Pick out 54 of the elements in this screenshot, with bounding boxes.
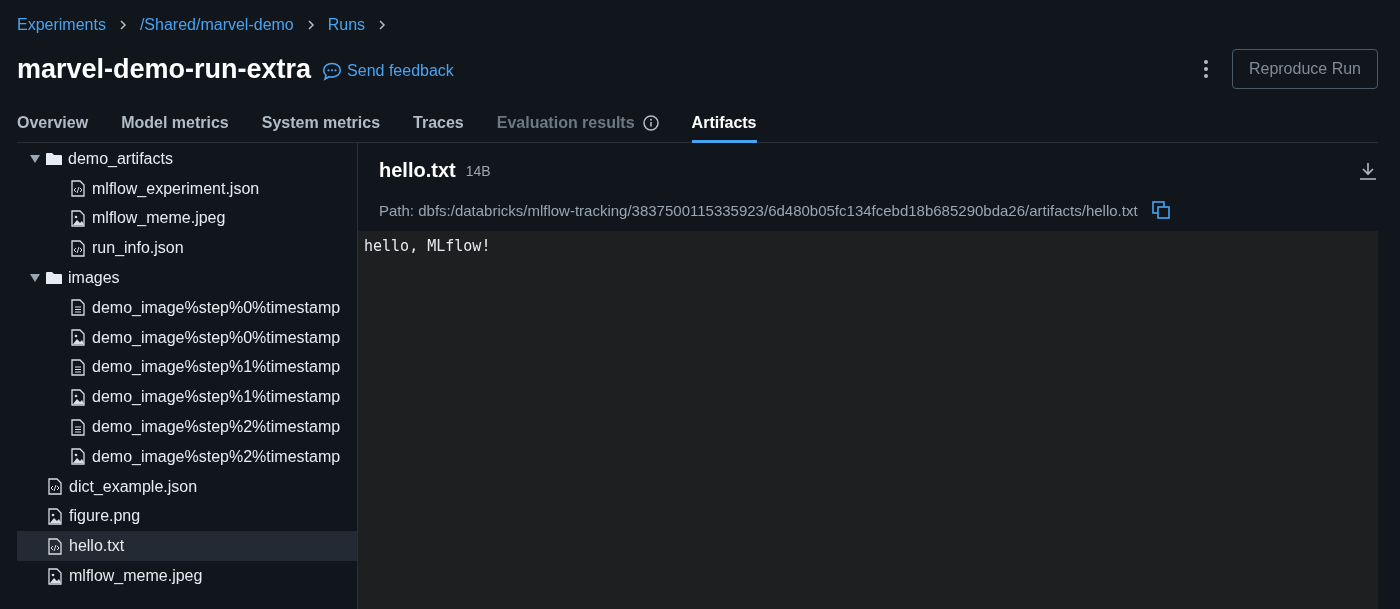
run-title: marvel-demo-run-extra — [17, 53, 312, 85]
code-file-icon — [47, 537, 63, 555]
tab[interactable]: Overview — [17, 114, 89, 143]
tab[interactable]: Artifacts — [691, 114, 757, 143]
image-file-icon — [47, 507, 63, 525]
breadcrumb-link[interactable]: /Shared/marvel-demo — [139, 16, 294, 34]
image-file-icon — [47, 567, 63, 585]
file-size: 14B — [465, 162, 491, 179]
breadcrumb-link[interactable]: Runs — [327, 16, 366, 34]
code-file-icon — [70, 180, 86, 198]
tree-item[interactable]: demo_artifacts — [17, 144, 357, 174]
tree-item[interactable]: demo_image%step%2%timestamp — [17, 412, 357, 442]
tree-item[interactable]: dict_example.json — [17, 471, 357, 502]
image-file-icon — [70, 210, 86, 227]
tree-item[interactable]: demo_image%step%2%timestamp — [17, 441, 357, 472]
tree-item[interactable]: demo_image%step%0%timestamp — [17, 293, 357, 323]
tree-item[interactable]: demo_image%step%1%timestamp — [17, 352, 357, 383]
tab[interactable]: Model metrics — [121, 114, 229, 143]
image-file-icon — [70, 329, 86, 347]
tree-item[interactable]: demo_image%step%0%timestamp — [17, 322, 357, 353]
tab[interactable]: System metrics — [261, 114, 381, 143]
tree-item[interactable]: demo_image%step%1%timestamp — [17, 382, 357, 413]
feedback-link[interactable]: Send feedback — [322, 61, 454, 81]
text-file-icon — [70, 418, 86, 436]
tree-item[interactable]: run_info.json — [17, 233, 357, 264]
text-file-icon — [70, 299, 86, 317]
chevron-icon — [377, 20, 388, 30]
reproduce-run-button[interactable]: Reproduce Run — [1231, 49, 1378, 89]
tree-item[interactable]: mlflow_meme.jpeg — [17, 561, 357, 591]
tree-item[interactable]: figure.png — [17, 501, 357, 532]
tree-item[interactable]: mlflow_meme.jpeg — [17, 203, 357, 234]
kebab-icon — [1203, 60, 1208, 78]
chevron-icon — [305, 20, 316, 30]
file-name: hello.txt — [379, 159, 456, 182]
chevron-icon — [117, 20, 128, 30]
folder-icon — [46, 151, 62, 166]
folder-icon — [46, 271, 62, 286]
code-file-icon — [47, 478, 63, 496]
tab[interactable]: Traces — [413, 114, 464, 143]
file-content: hello, MLflow! — [364, 237, 492, 255]
artifact-path: Path: dbfs:/databricks/mlflow-tracking/3837500115335923/6d480b05fc134fcebd18b685290bda26/artifacts/hello.txt — [379, 201, 1138, 219]
download-button[interactable] — [1358, 160, 1378, 181]
image-file-icon — [70, 388, 86, 406]
code-file-icon — [70, 239, 86, 257]
image-file-icon — [70, 448, 86, 466]
caret-icon — [30, 274, 40, 283]
chat-bubble-icon — [322, 61, 343, 81]
tree-item[interactable]: mlflow_experiment.json — [17, 173, 357, 204]
text-file-icon — [70, 358, 86, 376]
tree-item[interactable]: hello.txt — [17, 531, 357, 562]
breadcrumb-link[interactable]: Experiments — [17, 16, 106, 34]
caret-icon — [30, 154, 40, 163]
copy-button[interactable] — [1151, 201, 1170, 219]
tree-item[interactable]: images — [17, 263, 357, 293]
